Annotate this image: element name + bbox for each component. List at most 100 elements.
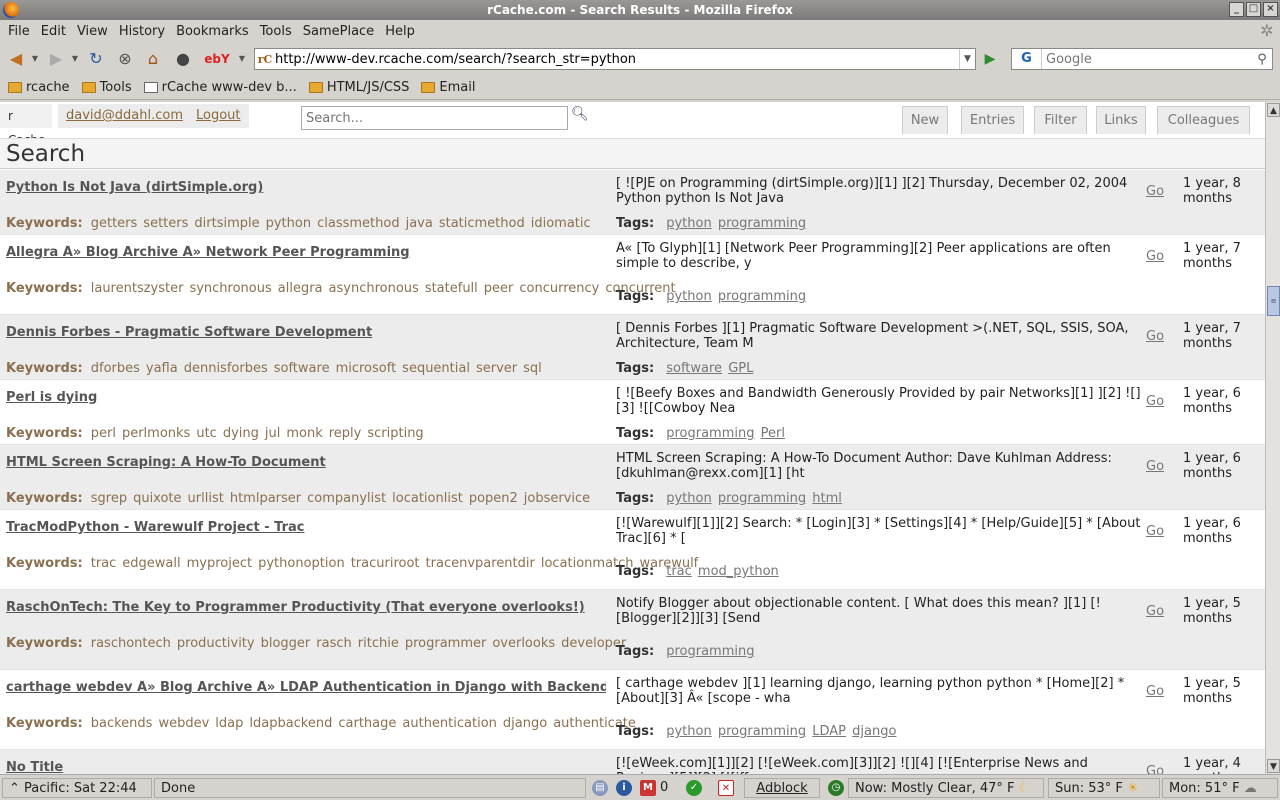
keyword-link[interactable]: sgrep — [91, 491, 127, 506]
tab-colleagues[interactable]: Colleagues — [1157, 106, 1250, 134]
result-title-link[interactable]: Python Is Not Java (dirtSimple.org) — [6, 180, 606, 195]
result-title-link[interactable]: carthage webdev Â» Blog Archive Â» LDAP … — [6, 680, 606, 695]
keyword-link[interactable]: scripting — [367, 426, 423, 441]
keyword-link[interactable]: allegra — [278, 281, 323, 296]
bookmark-rcache-www-dev[interactable]: rCache www-dev b... — [143, 80, 297, 95]
back-arrow-icon[interactable]: ◀ — [6, 49, 26, 69]
keyword-link[interactable]: programmer — [405, 636, 487, 651]
bookmark-html-js-css[interactable]: HTML/JS/CSS — [308, 80, 409, 95]
menu-tools[interactable]: Tools — [256, 24, 296, 39]
back-history-dropdown-icon[interactable]: ▼ — [30, 49, 40, 69]
keyword-link[interactable]: getters — [91, 216, 138, 231]
web-search-bar[interactable]: G ⚲ — [1011, 48, 1273, 70]
keyword-link[interactable]: tracuriroot — [351, 556, 420, 571]
home-icon[interactable]: ⌂ — [142, 49, 164, 69]
keyword-link[interactable]: perlmonks — [122, 426, 190, 441]
result-go-link[interactable]: Go — [1146, 764, 1164, 774]
keyword-link[interactable]: classmethod — [317, 216, 399, 231]
weather-mon[interactable]: Mon: 51° F ☁ — [1162, 778, 1278, 798]
keyword-link[interactable]: perl — [91, 426, 116, 441]
keyword-link[interactable]: concurrency — [519, 281, 599, 296]
tag-link[interactable]: django — [852, 724, 896, 739]
keyword-link[interactable]: htmlparser — [230, 491, 301, 506]
keyword-link[interactable]: dforbes — [91, 361, 140, 376]
forward-history-dropdown-icon[interactable]: ▼ — [70, 49, 80, 69]
keyword-link[interactable]: reply — [329, 426, 362, 441]
keyword-link[interactable]: peer — [484, 281, 514, 296]
menu-help[interactable]: Help — [381, 24, 419, 39]
status-clock[interactable]: ⌃ Pacific: Sat 22:44 — [2, 778, 152, 798]
tab-entries[interactable]: Entries — [961, 106, 1024, 134]
scrollbar-thumb[interactable]: ≡ — [1267, 286, 1280, 316]
keyword-link[interactable]: monk — [286, 426, 322, 441]
keyword-link[interactable]: carthage — [338, 716, 396, 731]
keyword-link[interactable]: software — [274, 361, 330, 376]
go-arrow-icon[interactable]: ▶ — [980, 49, 1000, 69]
keyword-link[interactable]: rasch — [316, 636, 351, 651]
app-search-icon[interactable]: 🔍︎ — [571, 106, 589, 124]
menu-view[interactable]: View — [73, 24, 112, 39]
page-info-icon[interactable]: ▤ — [592, 780, 608, 796]
bookmark-rcache[interactable]: rcache — [8, 80, 70, 95]
keyword-link[interactable]: server — [476, 361, 517, 376]
keyword-link[interactable]: pythonoption — [258, 556, 345, 571]
result-go-link[interactable]: Go — [1146, 394, 1164, 409]
result-go-link[interactable]: Go — [1146, 459, 1164, 474]
keyword-link[interactable]: django — [503, 716, 547, 731]
tab-filter[interactable]: Filter — [1034, 106, 1087, 134]
keyword-link[interactable]: edgewall — [122, 556, 180, 571]
tag-link[interactable]: python — [666, 216, 711, 231]
keyword-link[interactable]: java — [406, 216, 433, 231]
keyword-link[interactable]: companylist — [307, 491, 386, 506]
tag-link[interactable]: programming — [718, 289, 806, 304]
close-window-button[interactable]: × — [1263, 2, 1278, 17]
keyword-link[interactable]: popen2 — [469, 491, 518, 506]
menu-bookmarks[interactable]: Bookmarks — [172, 24, 253, 39]
result-title-link[interactable]: No Title — [6, 760, 606, 774]
keyword-link[interactable]: dying — [223, 426, 259, 441]
extension-icon[interactable]: ● — [172, 49, 194, 69]
gmail-icon[interactable]: M — [640, 780, 656, 796]
ebay-icon[interactable]: ebY — [200, 49, 234, 69]
keyword-link[interactable]: authentication — [402, 716, 497, 731]
result-go-link[interactable]: Go — [1146, 249, 1164, 264]
keyword-link[interactable]: urllist — [188, 491, 224, 506]
result-go-link[interactable]: Go — [1146, 684, 1164, 699]
scroll-up-arrow-icon[interactable]: ▲ — [1267, 103, 1280, 117]
url-history-dropdown-icon[interactable]: ▼ — [959, 49, 975, 69]
maximize-button[interactable]: □ — [1246, 2, 1261, 17]
bookmark-tools[interactable]: Tools — [81, 80, 132, 95]
result-go-link[interactable]: Go — [1146, 184, 1164, 199]
keyword-link[interactable]: trac — [91, 556, 117, 571]
tag-link[interactable]: GPL — [728, 361, 753, 376]
keyword-link[interactable]: laurentszyster — [91, 281, 184, 296]
user-email-link[interactable]: david@ddahl.com — [58, 104, 191, 128]
adblock-button[interactable]: Adblock — [744, 778, 820, 798]
menu-history[interactable]: History — [115, 24, 169, 39]
info-icon[interactable]: i — [616, 780, 632, 796]
check-icon[interactable]: ✓ — [686, 780, 702, 796]
tag-link[interactable]: LDAP — [812, 724, 846, 739]
keyword-link[interactable]: idiomatic — [531, 216, 591, 231]
app-search-input[interactable] — [301, 106, 568, 130]
tag-link[interactable]: programming — [718, 724, 806, 739]
tag-link[interactable]: python — [666, 724, 711, 739]
tag-link[interactable]: Perl — [761, 426, 785, 441]
minimize-button[interactable]: _ — [1229, 2, 1244, 17]
keyword-link[interactable]: dirtsimple — [194, 216, 259, 231]
result-go-link[interactable]: Go — [1146, 524, 1164, 539]
keyword-link[interactable]: blogger — [261, 636, 311, 651]
result-title-link[interactable]: TracModPython - Warewulf Project - Trac — [6, 520, 606, 535]
tag-link[interactable]: trac — [666, 564, 692, 579]
result-title-link[interactable]: Perl is dying — [6, 390, 606, 405]
keyword-link[interactable]: jobservice — [524, 491, 590, 506]
tag-link[interactable]: html — [812, 491, 842, 506]
keyword-link[interactable]: yafla — [146, 361, 178, 376]
result-title-link[interactable]: Allegra Â» Blog Archive Â» Network Peer … — [6, 245, 606, 260]
tag-link[interactable]: programming — [666, 426, 754, 441]
menu-edit[interactable]: Edit — [37, 24, 70, 39]
google-engine-icon[interactable]: G — [1012, 49, 1042, 69]
tag-link[interactable]: software — [666, 361, 722, 376]
logout-link[interactable]: Logout — [188, 104, 249, 128]
result-title-link[interactable]: Dennis Forbes - Pragmatic Software Devel… — [6, 325, 606, 340]
